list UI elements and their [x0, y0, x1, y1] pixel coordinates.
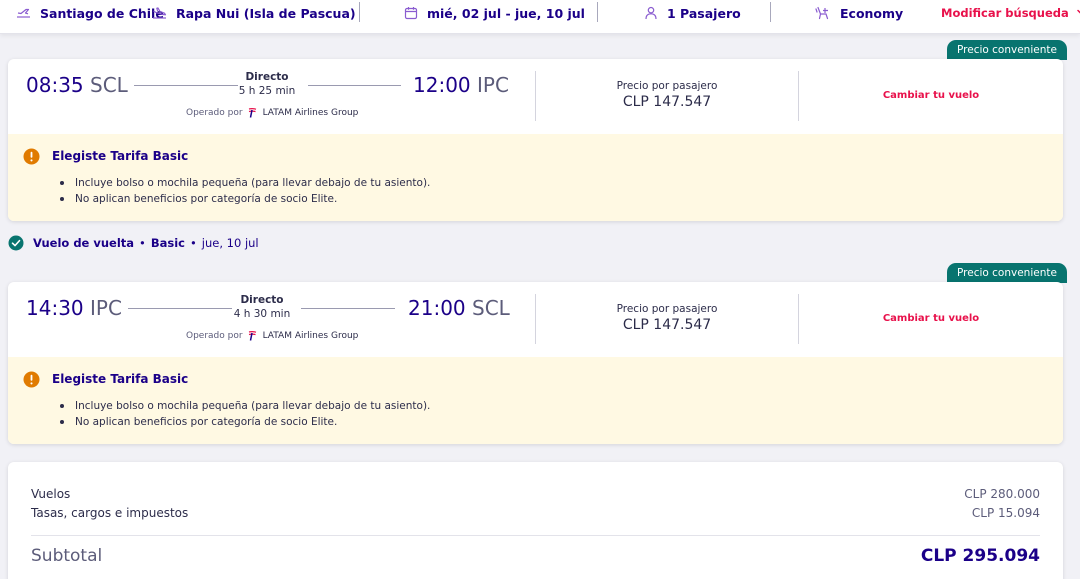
taxes-label: Tasas, cargos e impuestos [31, 506, 189, 520]
flight-duration: 4 h 30 min [233, 308, 291, 320]
flights-amount: CLP 280.000 [964, 487, 1040, 501]
passengers-label: 1 Pasajero [667, 5, 741, 21]
modify-search-label: Modificar búsqueda [941, 6, 1069, 20]
flight-type: Directo 4 h 30 min [202, 294, 322, 320]
price-value: CLP 147.547 [622, 317, 712, 333]
departure: 08:35 SCL [26, 73, 128, 97]
return-segment-label: Vuelo de vuelta • Basic • jue, 10 jul [8, 235, 259, 251]
divider [798, 71, 799, 121]
change-flight-button[interactable]: Cambiar tu vuelo [856, 90, 1006, 101]
airline-name: LATAM Airlines Group [262, 330, 359, 341]
subtotal-row: Subtotal CLP 295.094 [31, 546, 1040, 566]
fare-condition-item: Incluye bolso o mochila pequeña (para ll… [60, 398, 1063, 414]
price-value: CLP 147.547 [622, 94, 712, 110]
flights-label: Vuelos [31, 487, 71, 501]
modify-search-button[interactable]: Modificar búsqueda [941, 0, 1080, 26]
fare-conditions: Incluye bolso o mochila pequeña (para ll… [60, 398, 1063, 430]
departure-time: 08:35 [26, 73, 84, 97]
dates-item: mié, 02 jul - jue, 10 jul [404, 0, 585, 26]
origin-label: Santiago de Chile [40, 5, 164, 21]
outbound-flight-card: 08:35 SCL Directo 5 h 25 min 12:00 IPC O… [8, 59, 1063, 221]
check-circle-icon [8, 235, 24, 251]
subtotal-amount: CLP 295.094 [920, 546, 1040, 566]
departure: 14:30 IPC [26, 296, 122, 320]
plane-takeoff-icon [17, 8, 30, 18]
flight-duration: 5 h 25 min [238, 85, 296, 97]
arrival: 21:00 SCL [408, 296, 510, 320]
passengers-item: 1 Pasajero [644, 0, 741, 26]
airline-name: LATAM Airlines Group [262, 107, 359, 118]
departure-airport: SCL [90, 73, 128, 97]
search-summary-bar: Santiago de Chile Rapa Nui (Isla de Pasc… [0, 0, 1080, 34]
operated-by: Operado por LATAM Airlines Group [186, 107, 358, 118]
fare-title: Elegiste Tarifa Basic [52, 149, 189, 163]
person-icon [645, 6, 657, 20]
arrival-airport: IPC [477, 73, 509, 97]
price-badge: Precio conveniente [947, 40, 1067, 60]
plane-landing-icon [153, 7, 167, 19]
flight-summary: 14:30 IPC Directo 4 h 30 min 21:00 SCL O… [8, 282, 1063, 357]
summary-row-taxes: Tasas, cargos e impuestos CLP 15.094 [31, 506, 1040, 520]
flight-type-label: Directo [240, 294, 284, 306]
flight-summary: 08:35 SCL Directo 5 h 25 min 12:00 IPC O… [8, 59, 1063, 134]
fare-notice: Elegiste Tarifa Basic Incluye bolso o mo… [8, 134, 1063, 221]
warning-icon [23, 371, 40, 388]
header-divider [359, 2, 360, 22]
warning-icon [23, 148, 40, 165]
dates-label: mié, 02 jul - jue, 10 jul [427, 5, 585, 21]
arrival-airport: SCL [472, 296, 510, 320]
divider [535, 71, 536, 121]
route-line [301, 308, 395, 309]
price-label: Precio por pasajero [616, 303, 718, 315]
calendar-icon [404, 7, 418, 20]
cabin-item: Economy [815, 0, 903, 26]
arrival-time: 12:00 [413, 73, 471, 97]
flight-type-label: Directo [245, 71, 289, 83]
price-label: Precio por pasajero [616, 80, 718, 92]
destination-label: Rapa Nui (Isla de Pascua) [176, 5, 356, 21]
fare-condition-item: Incluye bolso o mochila pequeña (para ll… [60, 175, 1063, 191]
change-flight-button[interactable]: Cambiar tu vuelo [856, 313, 1006, 324]
operated-by: Operado por LATAM Airlines Group [186, 330, 358, 341]
latam-logo-icon [248, 108, 256, 118]
return-segment-title: Vuelo de vuelta [33, 236, 135, 250]
arrival: 12:00 IPC [413, 73, 509, 97]
divider [798, 294, 799, 344]
route-line [308, 85, 401, 86]
operated-by-label: Operado por [186, 330, 243, 341]
origin-item: Santiago de Chile [16, 0, 164, 26]
latam-logo-icon [248, 331, 256, 341]
departure-airport: IPC [90, 296, 122, 320]
return-separator: • [139, 236, 146, 250]
destination-item: Rapa Nui (Isla de Pascua) [152, 0, 356, 26]
price-badge: Precio conveniente [947, 263, 1067, 283]
return-separator: • [189, 236, 197, 250]
flight-type: Directo 5 h 25 min [207, 71, 327, 97]
arrival-time: 21:00 [408, 296, 466, 320]
return-flight-card: 14:30 IPC Directo 4 h 30 min 21:00 SCL O… [8, 282, 1063, 444]
return-fare: Basic [150, 236, 185, 250]
return-date: jue, 10 jul [201, 236, 259, 250]
header-divider [770, 2, 771, 22]
operated-by-label: Operado por [186, 107, 243, 118]
departure-time: 14:30 [26, 296, 84, 320]
taxes-amount: CLP 15.094 [971, 506, 1040, 520]
fare-title: Elegiste Tarifa Basic [52, 372, 189, 386]
fare-conditions: Incluye bolso o mochila pequeña (para ll… [60, 175, 1063, 207]
subtotal-label: Subtotal [31, 546, 103, 566]
price-per-passenger: Precio por pasajero CLP 147.547 [567, 303, 767, 333]
fare-condition-item: No aplican beneficios por categoría de s… [60, 191, 1063, 207]
price-per-passenger: Precio por pasajero CLP 147.547 [567, 80, 767, 110]
seat-icon [815, 6, 829, 20]
fare-notice: Elegiste Tarifa Basic Incluye bolso o mo… [8, 357, 1063, 444]
fare-condition-item: No aplican beneficios por categoría de s… [60, 414, 1063, 430]
cabin-label: Economy [840, 5, 904, 21]
header-divider [597, 2, 598, 22]
price-summary: Vuelos CLP 280.000 Tasas, cargos e impue… [8, 462, 1063, 579]
summary-row-flights: Vuelos CLP 280.000 [31, 487, 1040, 501]
summary-divider [31, 535, 1040, 536]
divider [535, 294, 536, 344]
